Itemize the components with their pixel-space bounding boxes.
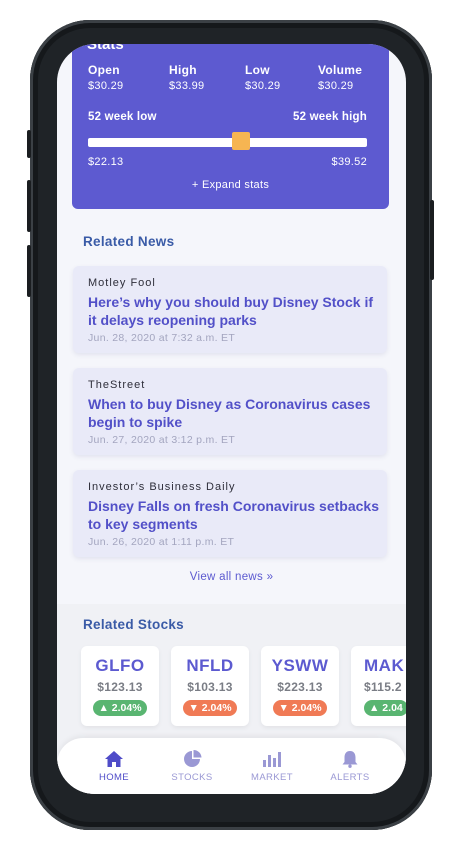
stock-price: $103.13 bbox=[187, 680, 233, 694]
stock-price: $123.13 bbox=[97, 680, 143, 694]
stock-change-badge: ▼ 2.04% bbox=[183, 700, 237, 716]
week-high-label: 52 week high bbox=[293, 111, 367, 123]
week-high-value: $39.52 bbox=[331, 156, 367, 168]
stat-label: High bbox=[169, 63, 197, 77]
stock-symbol: NFLD bbox=[186, 656, 234, 675]
stock-change-badge: ▲ 2.04% bbox=[93, 700, 147, 716]
news-headline[interactable]: When to buy Disney as Coronavirus cases … bbox=[88, 395, 380, 431]
stock-symbol: GLFO bbox=[95, 656, 145, 675]
app-screen: Stats Open $30.29 High $33.99 Low $30.29… bbox=[57, 44, 406, 794]
news-headline[interactable]: Disney Falls on fresh Coronavirus setbac… bbox=[88, 497, 380, 533]
week-range-track bbox=[88, 138, 367, 147]
news-date: Jun. 26, 2020 at 1:11 p.m. ET bbox=[88, 536, 235, 548]
stock-change-badge: ▲ 2.04 bbox=[364, 700, 406, 716]
stat-label: Volume bbox=[318, 63, 363, 77]
stat-value: $30.29 bbox=[318, 80, 354, 92]
stat-label: Low bbox=[245, 63, 270, 77]
view-all-news-link[interactable]: View all news » bbox=[57, 571, 406, 583]
stock-card[interactable]: MAK $115.2 ▲ 2.04 bbox=[351, 646, 406, 726]
week-low-value: $22.13 bbox=[88, 156, 124, 168]
stat-open: Open $30.29 bbox=[88, 63, 123, 92]
bottom-tab-bar: HOME STOCKS MARKET ALERTS bbox=[57, 738, 406, 794]
tab-home[interactable]: HOME bbox=[79, 750, 149, 783]
pie-chart-icon bbox=[184, 750, 202, 767]
phone-power-button bbox=[430, 200, 434, 280]
related-stocks-title: Related Stocks bbox=[83, 617, 184, 632]
bell-icon bbox=[342, 751, 358, 768]
news-date: Jun. 27, 2020 at 3:12 p.m. ET bbox=[88, 434, 236, 446]
stat-high: High $33.99 bbox=[169, 63, 204, 92]
news-source: TheStreet bbox=[88, 379, 146, 391]
tab-label: MARKET bbox=[251, 772, 293, 783]
related-news-title: Related News bbox=[83, 234, 175, 249]
week-range-thumb bbox=[232, 132, 251, 150]
stock-symbol: MAK bbox=[364, 656, 405, 675]
tab-market[interactable]: MARKET bbox=[237, 750, 307, 783]
stats-title: Stats bbox=[87, 44, 124, 53]
stat-low: Low $30.29 bbox=[245, 63, 280, 92]
phone-volume-down-button bbox=[27, 245, 31, 297]
stock-price: $115.2 bbox=[364, 680, 402, 694]
tab-label: HOME bbox=[98, 772, 130, 783]
news-card[interactable]: TheStreet When to buy Disney as Coronavi… bbox=[73, 368, 387, 455]
expand-stats-button[interactable]: + Expand stats bbox=[72, 179, 389, 191]
tab-alerts[interactable]: ALERTS bbox=[315, 750, 385, 783]
bar-chart-icon bbox=[263, 752, 281, 767]
stats-card: Stats Open $30.29 High $33.99 Low $30.29… bbox=[72, 44, 389, 209]
news-source: Motley Fool bbox=[88, 277, 156, 289]
stock-card[interactable]: NFLD $103.13 ▼ 2.04% bbox=[171, 646, 249, 726]
news-date: Jun. 28, 2020 at 7:32 a.m. ET bbox=[88, 332, 236, 344]
stat-value: $30.29 bbox=[245, 80, 281, 92]
phone-side-button bbox=[27, 130, 31, 158]
stock-symbol: YSWW bbox=[271, 656, 329, 675]
news-card[interactable]: Investor’s Business Daily Disney Falls o… bbox=[73, 470, 387, 557]
tab-stocks[interactable]: STOCKS bbox=[157, 750, 227, 783]
phone-volume-up-button bbox=[27, 180, 31, 232]
stock-price: $223.13 bbox=[277, 680, 323, 694]
stock-card[interactable]: YSWW $223.13 ▼ 2.04% bbox=[261, 646, 339, 726]
home-icon bbox=[105, 751, 123, 767]
stat-label: Open bbox=[88, 63, 120, 77]
stock-card[interactable]: GLFO $123.13 ▲ 2.04% bbox=[81, 646, 159, 726]
stat-value: $33.99 bbox=[169, 80, 205, 92]
news-card[interactable]: Motley Fool Here’s why you should buy Di… bbox=[73, 266, 387, 353]
stock-change-badge: ▼ 2.04% bbox=[273, 700, 327, 716]
news-source: Investor’s Business Daily bbox=[88, 481, 236, 493]
tab-label: ALERTS bbox=[330, 772, 370, 783]
tab-label: STOCKS bbox=[171, 772, 213, 783]
week-low-label: 52 week low bbox=[88, 111, 157, 123]
stat-value: $30.29 bbox=[88, 80, 124, 92]
stat-volume: Volume $30.29 bbox=[318, 63, 362, 92]
news-headline[interactable]: Here’s why you should buy Disney Stock i… bbox=[88, 293, 380, 329]
